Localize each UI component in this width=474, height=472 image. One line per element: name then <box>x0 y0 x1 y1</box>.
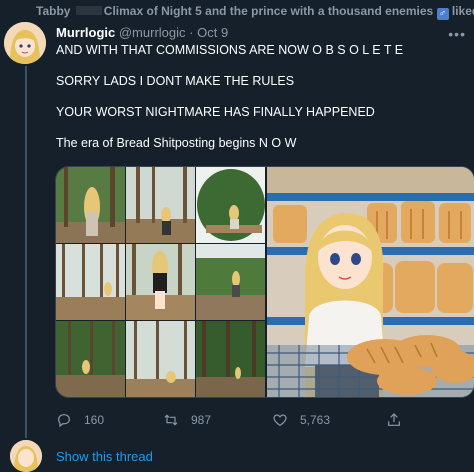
user-handle[interactable]: @murrlogic <box>119 25 186 40</box>
media-gallery[interactable] <box>55 166 474 398</box>
display-name[interactable]: Murrlogic <box>56 25 115 40</box>
like-button[interactable]: 5,763 <box>272 410 330 430</box>
share-icon <box>388 413 400 426</box>
share-button[interactable] <box>386 410 402 430</box>
bread-shopping-picture <box>267 167 474 397</box>
avatar[interactable] <box>4 22 46 64</box>
forest-grid-picture <box>56 167 265 397</box>
tweet-actions: 160 987 5,763 <box>56 410 456 432</box>
liked-label: liked <box>451 4 474 18</box>
show-thread-link[interactable]: Show this thread <box>56 449 153 464</box>
thread-avatar[interactable] <box>10 440 42 472</box>
tweet-text: AND WITH THAT COMMISSIONS ARE NOW O B S … <box>56 42 466 166</box>
tweet-line: YOUR WORST NIGHTMARE HAS FINALLY HAPPENE… <box>56 105 375 119</box>
reply-icon <box>58 414 70 428</box>
liker-name[interactable]: Tabby <box>36 4 70 18</box>
heart-icon <box>273 414 287 427</box>
separator-dot: · <box>189 25 194 40</box>
media-image-forest-grid[interactable] <box>56 167 265 397</box>
tweet-line: AND WITH THAT COMMISSIONS ARE NOW O B S … <box>56 43 404 57</box>
avatar-image <box>4 22 46 64</box>
retweet-icon <box>164 414 178 426</box>
social-context-text: Climax of Night 5 and the prince with a … <box>103 4 434 18</box>
social-context[interactable]: Tabby Climax of Night 5 and the prince w… <box>36 4 474 20</box>
tweet-header: Murrlogic @murrlogic · Oct 9 <box>56 25 228 40</box>
thread-avatar-image <box>10 440 42 472</box>
retweet-count: 987 <box>191 413 212 427</box>
redacted-block <box>75 6 102 15</box>
tweet-line: The era of Bread Shitposting begins N O … <box>56 136 297 150</box>
thread-connector-line <box>25 66 27 438</box>
tweet-date[interactable]: Oct 9 <box>197 25 228 40</box>
retweet-button[interactable]: 987 <box>163 410 211 430</box>
more-icon[interactable]: ••• <box>448 26 466 42</box>
reply-count: 160 <box>84 413 105 427</box>
tweet-line: SORRY LADS I DONT MAKE THE RULES <box>56 74 295 88</box>
male-sign-emoji: ♂ <box>436 8 449 20</box>
like-count: 5,763 <box>300 413 331 427</box>
reply-button[interactable]: 160 <box>56 410 104 430</box>
media-image-bread-shopping[interactable] <box>267 167 474 397</box>
